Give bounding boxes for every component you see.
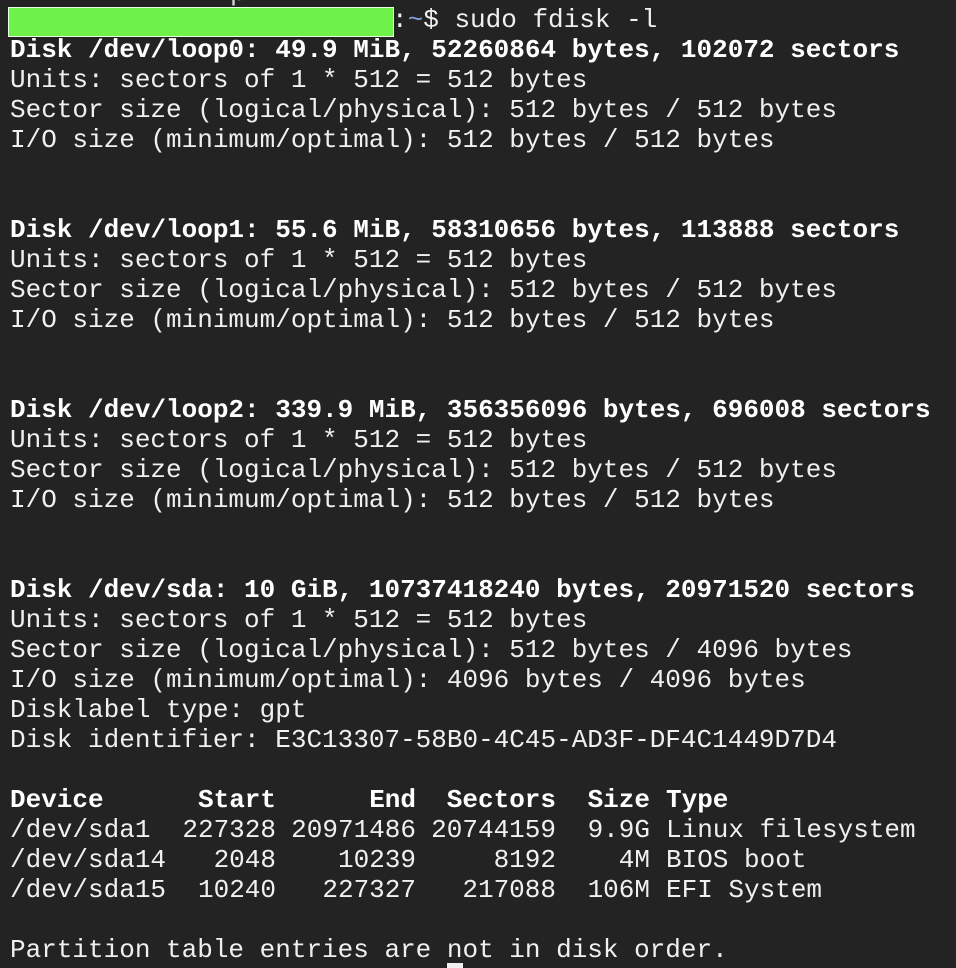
terminal-window[interactable]: p :~$ sudo fdisk -l Disk /dev/loop0: 49.… xyxy=(0,0,956,968)
disk-header: Disk /dev/sda: 10 GiB, 10737418240 bytes… xyxy=(10,575,915,605)
cell-type: EFI System xyxy=(666,875,823,905)
disk-identifier: Disk identifier: E3C13307-58B0-4C45-AD3F… xyxy=(10,725,837,755)
partition-table-header: Device Start End Sectors Size Type xyxy=(10,785,916,815)
partition-table: Device Start End Sectors Size Type /dev/… xyxy=(10,785,916,905)
disk-io-size: I/O size (minimum/optimal): 512 bytes / … xyxy=(10,305,775,335)
cell-sectors: 217088 xyxy=(462,875,556,905)
col-type: Type xyxy=(666,785,729,815)
disk-sector-size: Sector size (logical/physical): 512 byte… xyxy=(10,275,837,305)
cell-start: 227328 xyxy=(182,815,276,845)
disk-header: Disk /dev/loop1: 55.6 MiB, 58310656 byte… xyxy=(10,215,900,245)
table-row: /dev/sda14 2048 10239 8192 4M BIOS boot xyxy=(10,845,916,875)
prompt-symbol: $ xyxy=(423,5,439,35)
cell-size: 4M xyxy=(618,845,650,875)
col-size: Size xyxy=(587,785,650,815)
disk-io-size: I/O size (minimum/optimal): 512 bytes / … xyxy=(10,485,775,515)
cell-end: 227327 xyxy=(322,875,416,905)
disk-sector-size: Sector size (logical/physical): 512 byte… xyxy=(10,455,837,485)
disk-units: Units: sectors of 1 * 512 = 512 bytes xyxy=(10,605,588,635)
prompt-cwd: ~ xyxy=(407,5,424,35)
prompt-separator: : xyxy=(392,5,408,35)
col-start: Start xyxy=(197,785,276,815)
cell-start: 10240 xyxy=(197,875,276,905)
disk-header: Disk /dev/loop2: 339.9 MiB, 356356096 by… xyxy=(10,395,931,425)
cell-size: 9.9G xyxy=(587,815,650,845)
partition-order-warning: Partition table entries are not in disk … xyxy=(10,935,728,965)
disk-sector-size: Sector size (logical/physical): 512 byte… xyxy=(10,95,837,125)
cell-end: 10239 xyxy=(337,845,416,875)
disk-header: Disk /dev/loop0: 49.9 MiB, 52260864 byte… xyxy=(10,35,900,65)
table-row: /dev/sda15 10240 227327 217088 106M EFI … xyxy=(10,875,916,905)
col-end: End xyxy=(369,785,416,815)
terminal-cursor xyxy=(447,963,463,968)
cell-end: 20971486 xyxy=(291,815,416,845)
disklabel-type: Disklabel type: gpt xyxy=(10,695,307,725)
cell-type: BIOS boot xyxy=(666,845,807,875)
disk-sector-size: Sector size (logical/physical): 512 byte… xyxy=(10,635,853,665)
col-sectors: Sectors xyxy=(446,785,556,815)
cell-device: /dev/sda15 xyxy=(10,875,167,905)
cell-start: 2048 xyxy=(213,845,276,875)
disk-units: Units: sectors of 1 * 512 = 512 bytes xyxy=(10,425,588,455)
table-row: /dev/sda1 227328 20971486 20744159 9.9G … xyxy=(10,815,916,845)
disk-units: Units: sectors of 1 * 512 = 512 bytes xyxy=(10,65,588,95)
cell-size: 106M xyxy=(587,875,650,905)
cell-sectors: 20744159 xyxy=(431,815,556,845)
cell-sectors: 8192 xyxy=(493,845,556,875)
disk-units: Units: sectors of 1 * 512 = 512 bytes xyxy=(10,245,588,275)
prompt-line: :~$ sudo fdisk -l xyxy=(392,5,657,35)
cell-device: /dev/sda1 xyxy=(10,815,151,845)
col-device: Device xyxy=(10,785,104,815)
cell-type: Linux filesystem xyxy=(666,815,916,845)
redacted-user-host xyxy=(8,7,394,37)
cell-device: /dev/sda14 xyxy=(10,845,167,875)
disk-io-size: I/O size (minimum/optimal): 512 bytes / … xyxy=(10,125,775,155)
command-text: sudo fdisk -l xyxy=(454,5,658,35)
disk-io-size: I/O size (minimum/optimal): 4096 bytes /… xyxy=(10,665,806,695)
